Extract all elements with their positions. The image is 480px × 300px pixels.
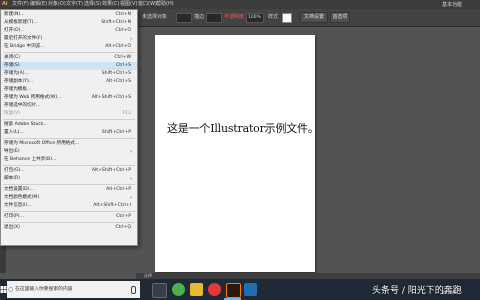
menu-separator — [3, 138, 135, 139]
start-button[interactable] — [0, 279, 7, 300]
menu-item-recent-files[interactable]: 最近打开的文件(F) › — [1, 35, 137, 43]
artboard[interactable]: 这是一个Illustrator示例文件。 — [155, 35, 319, 272]
browser-icon[interactable] — [172, 283, 185, 296]
menu-view[interactable]: 视图(V) — [120, 1, 137, 8]
stroke-field[interactable] — [206, 13, 222, 23]
menu-item-bridge[interactable]: 在 Bridge 中浏览... Alt+Ctrl+O — [1, 43, 137, 51]
opacity-value: 100% — [248, 15, 261, 20]
menu-item-file-info[interactable]: 文件信息(I)... Alt+Shift+Ctrl+I — [1, 202, 137, 210]
artboard-text[interactable]: 这是一个Illustrator示例文件。 — [167, 120, 319, 136]
search-icon: ○ — [8, 286, 14, 293]
menu-separator — [3, 211, 135, 212]
menu-edit[interactable]: 编辑(E) — [30, 1, 47, 8]
file-menu-dropdown: 新建(N)... Ctrl+N 从模板新建(T)... Shift+Ctrl+N 打… — [0, 9, 138, 246]
opacity-field[interactable]: 100% — [246, 13, 264, 23]
menu-item-export[interactable]: 导出(E) › — [1, 148, 137, 156]
menu-item-save-as[interactable]: 存储为(A)... Shift+Ctrl+S — [1, 70, 137, 78]
taskbar-date: 2018/6/ — [442, 290, 458, 295]
windows-logo-icon — [0, 286, 7, 293]
menu-item-save-office[interactable]: 存储为 Microsoft Office 所用格式... — [1, 140, 137, 148]
menu-item-save-slices[interactable]: 存储选中的切片... — [1, 102, 137, 110]
menu-item-new-from-template[interactable]: 从模板新建(T)... Shift+Ctrl+N — [1, 19, 137, 27]
style-label: 样式 — [268, 14, 279, 20]
app-menubar: Ai 文件(F) 编辑(E) 对象(O) 文字(T) 选择(S) 效果(C) 视… — [0, 0, 480, 9]
menu-item-open[interactable]: 打开(O)... Ctrl+O — [1, 27, 137, 35]
menu-separator — [3, 52, 135, 53]
opacity-label[interactable]: 不透明度 — [224, 13, 244, 22]
task-view-icon[interactable] — [152, 283, 167, 298]
menu-item-document-setup[interactable]: 文档设置(D)... Alt+Ctrl+P — [1, 186, 137, 194]
file-explorer-icon[interactable] — [190, 283, 203, 296]
menu-separator — [3, 222, 135, 223]
menu-select[interactable]: 选择(S) — [84, 1, 101, 8]
menu-item-close[interactable]: 关闭(C) Ctrl+W — [1, 54, 137, 62]
app-icon[interactable] — [244, 283, 257, 296]
menu-item-print[interactable]: 打印(P)... Ctrl+P — [1, 213, 137, 221]
menu-item-place[interactable]: 置入(L)... Shift+Ctrl+P — [1, 129, 137, 137]
menu-item-save-template[interactable]: 存储为模板... — [1, 86, 137, 94]
illustrator-taskbar-icon[interactable] — [226, 283, 241, 298]
menu-separator — [3, 119, 135, 120]
stroke-label: 描边 — [194, 14, 205, 20]
menu-item-save-for-web[interactable]: 存储为 Web 所用格式(W)... Alt+Shift+Ctrl+S — [1, 94, 137, 102]
menu-separator — [3, 165, 135, 166]
menu-file[interactable]: 文件(F) — [12, 1, 29, 8]
menu-item-save-copy[interactable]: 存储副本(Y)... Alt+Ctrl+S — [1, 78, 137, 86]
menu-item-color-mode[interactable]: 文档颜色模式(M) › — [1, 194, 137, 202]
menu-item-exit[interactable]: 退出(X) Ctrl+Q — [1, 224, 137, 232]
menu-item-adobe-stock[interactable]: 搜索 Adobe Stock... — [1, 121, 137, 129]
fill-swatch[interactable] — [176, 13, 192, 23]
selection-status: 未选择对象 — [142, 14, 168, 20]
menu-type[interactable]: 文字(T) — [66, 1, 83, 8]
document-setup-button[interactable]: 文档设置 — [300, 12, 328, 23]
submenu-arrow-icon: › — [130, 149, 132, 155]
menu-separator — [3, 184, 135, 185]
preferences-button[interactable]: 首选项 — [330, 12, 350, 23]
menu-item-behance[interactable]: 在 Behance 上共享(B)... — [1, 156, 137, 164]
menu-window[interactable]: 窗口(W) — [138, 1, 157, 8]
search-placeholder: 在这里输入你要搜索的内容 — [15, 287, 73, 292]
taskbar-search-box[interactable]: ○ 在这里输入你要搜索的内容 — [7, 281, 140, 298]
menu-object[interactable]: 对象(O) — [48, 1, 66, 8]
submenu-arrow-icon: › — [130, 36, 132, 42]
media-app-icon[interactable] — [208, 283, 221, 296]
menu-item-save[interactable]: 存储(S) Ctrl+S — [1, 62, 137, 70]
menu-help[interactable]: 帮助(H) — [156, 1, 174, 8]
menu-item-package[interactable]: 打包(G)... Alt+Shift+Ctrl+P — [1, 167, 137, 175]
workspace-switcher[interactable]: 基本功能 — [442, 1, 462, 8]
menu-item-revert: 恢复(V) F12 — [4, 111, 131, 116]
ai-logo: Ai — [2, 1, 8, 7]
style-swatch[interactable] — [282, 13, 292, 23]
menu-item-scripts[interactable]: 脚本(R) › — [1, 175, 137, 183]
menu-item-new[interactable]: 新建(N)... Ctrl+N — [1, 11, 137, 19]
microphone-icon[interactable] — [131, 286, 136, 294]
submenu-arrow-icon: › — [130, 195, 132, 201]
menu-effect[interactable]: 效果(C) — [102, 1, 119, 8]
submenu-arrow-icon: › — [130, 176, 132, 182]
